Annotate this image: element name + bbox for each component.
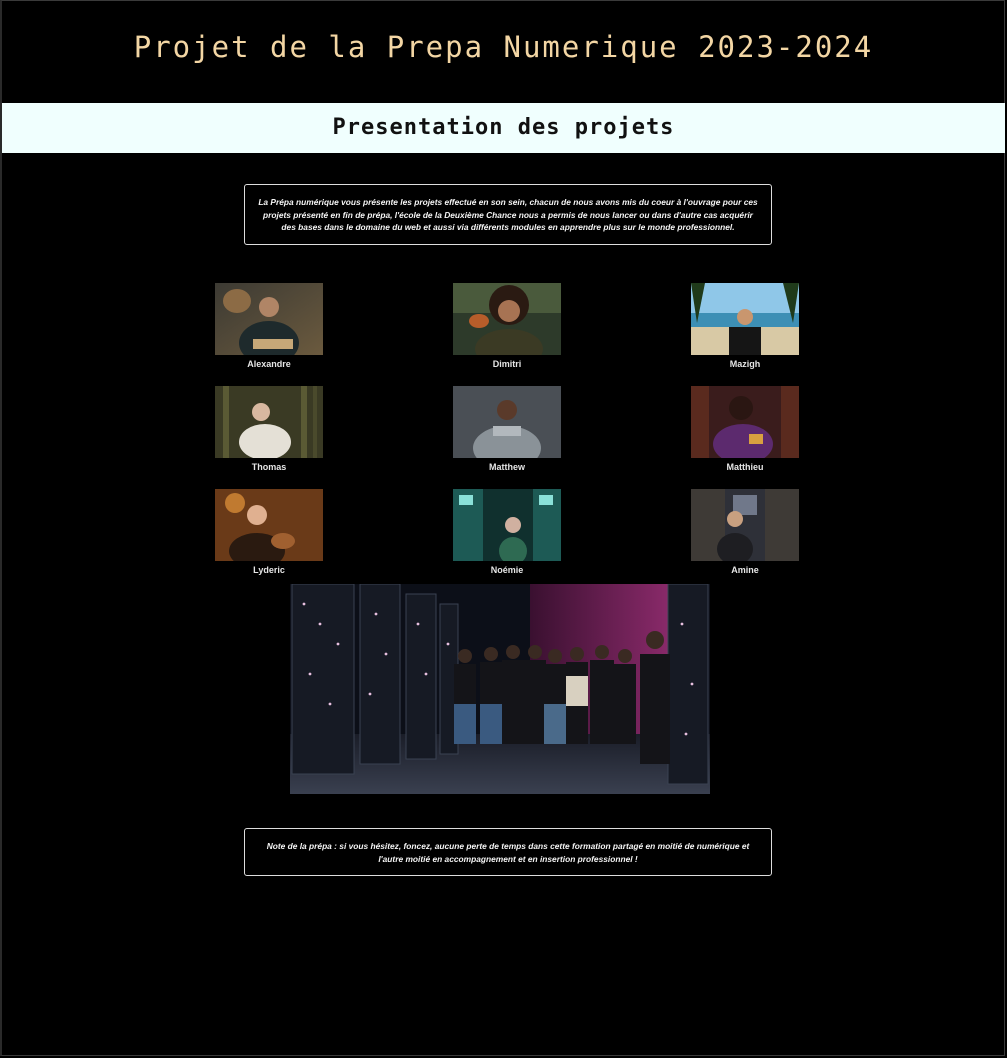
section-title: Presentation des projets	[332, 115, 675, 140]
team-group-photo	[290, 584, 710, 794]
intro-text: La Prépa numérique vous présente les pro…	[258, 197, 758, 232]
member-card-amine[interactable]: Amine	[691, 489, 799, 575]
member-card-matthew[interactable]: Matthew	[453, 386, 561, 472]
note-text: Note de la prépa : si vous hésitez, fonc…	[266, 841, 750, 864]
member-card-dimitri[interactable]: Dimitri	[453, 283, 561, 369]
member-name: Lyderic	[253, 565, 285, 575]
member-photo-lyderic[interactable]	[215, 489, 323, 561]
member-card-alexandre[interactable]: Alexandre	[215, 283, 323, 369]
section-band: Presentation des projets	[2, 103, 1005, 153]
member-photo-dimitri[interactable]	[453, 283, 561, 355]
member-name: Noémie	[490, 565, 524, 575]
member-name: Mazigh	[729, 359, 761, 369]
member-name: Dimitri	[492, 359, 522, 369]
member-name: Matthieu	[726, 462, 764, 472]
member-name: Matthew	[489, 462, 525, 472]
member-photo-noemie[interactable]	[453, 489, 561, 561]
member-card-lyderic[interactable]: Lyderic	[215, 489, 323, 575]
member-photo-amine[interactable]	[691, 489, 799, 561]
member-photo-alexandre[interactable]	[215, 283, 323, 355]
member-photo-matthew[interactable]	[453, 386, 561, 458]
member-card-thomas[interactable]: Thomas	[215, 386, 323, 472]
site-title: Projet de la Prepa Numerique 2023-2024	[133, 30, 874, 64]
note-box: Note de la prépa : si vous hésitez, fonc…	[244, 828, 772, 876]
member-photo-mazigh[interactable]	[691, 283, 799, 355]
member-photo-thomas[interactable]	[215, 386, 323, 458]
member-name: Amine	[731, 565, 759, 575]
member-card-mazigh[interactable]: Mazigh	[691, 283, 799, 369]
intro-box: La Prépa numérique vous présente les pro…	[244, 184, 772, 245]
member-photo-matthieu[interactable]	[691, 386, 799, 458]
member-name: Alexandre	[247, 359, 291, 369]
member-card-matthieu[interactable]: Matthieu	[691, 386, 799, 472]
member-name: Thomas	[251, 462, 287, 472]
member-card-noemie[interactable]: Noémie	[453, 489, 561, 575]
